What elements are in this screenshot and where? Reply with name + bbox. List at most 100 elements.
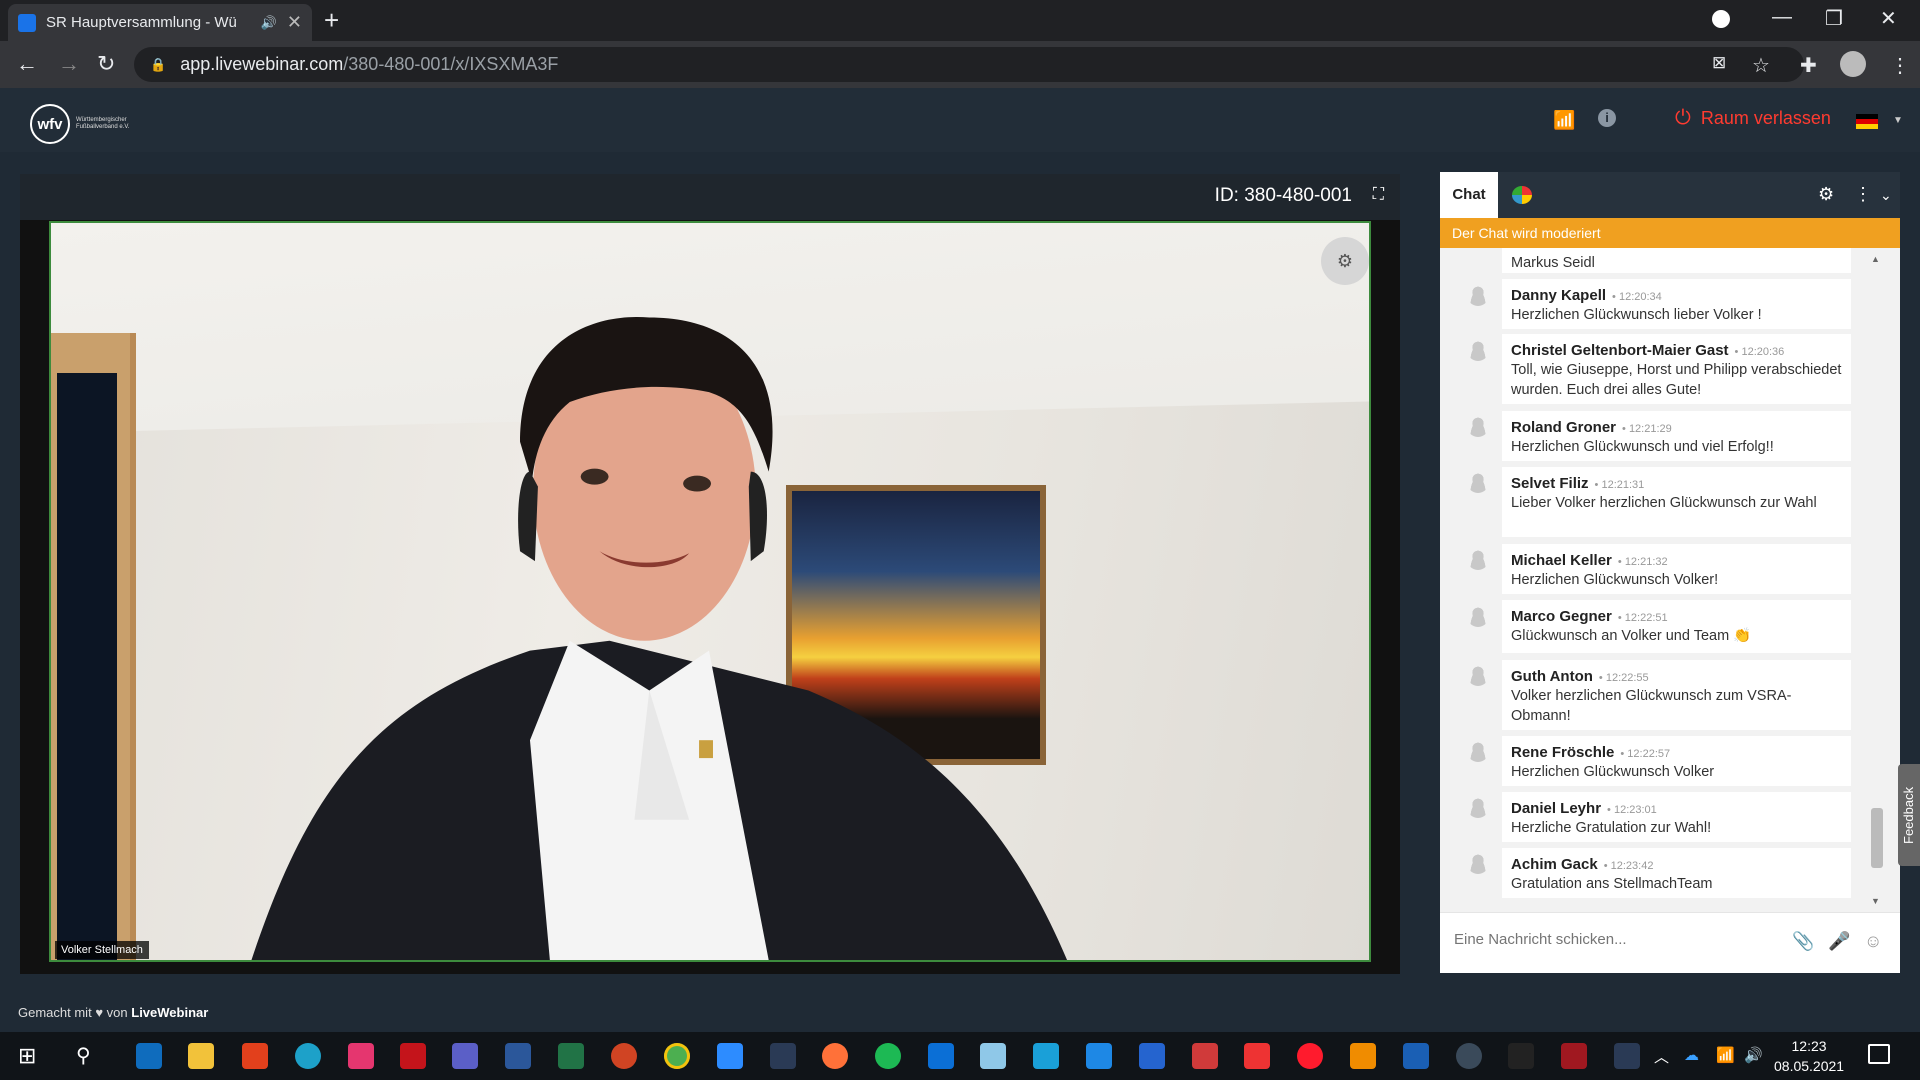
vpn-lock-icon[interactable] bbox=[1456, 1043, 1482, 1069]
reload-button[interactable]: ↻ bbox=[97, 51, 115, 77]
chat-message: Achim Gack • 12:23:42 Gratulation ans Ste… bbox=[1502, 848, 1851, 898]
scroll-down-arrow-icon[interactable]: ▼ bbox=[1871, 896, 1880, 906]
chat-message-list[interactable]: Markus Seidl Danny Kapell • 12:20:34 Herz… bbox=[1440, 248, 1900, 912]
network-wifi-icon[interactable]: 📶 bbox=[1716, 1046, 1735, 1064]
feedback-tab[interactable]: Feedback bbox=[1898, 764, 1920, 866]
url-bar[interactable]: 🔒 app.livewebinar.com/380-480-001/x/IXSX… bbox=[134, 47, 1804, 82]
chat-message: Markus Seidl bbox=[1502, 248, 1851, 273]
language-chevron-down-icon[interactable]: ▼ bbox=[1893, 115, 1903, 126]
notes-app-icon[interactable] bbox=[980, 1043, 1006, 1069]
chat-more-options-icon[interactable]: ⋮ bbox=[1854, 184, 1872, 205]
shield-app-icon[interactable] bbox=[1403, 1043, 1429, 1069]
user-avatar-icon bbox=[1467, 415, 1489, 437]
chat-author: Christel Geltenbort-Maier Gast bbox=[1511, 342, 1729, 359]
outlook-icon[interactable] bbox=[136, 1043, 162, 1069]
taskbar-clock[interactable]: 12:23 08.05.2021 bbox=[1774, 1036, 1844, 1076]
search-icon[interactable]: ⚲ bbox=[76, 1043, 102, 1069]
excel-icon[interactable] bbox=[558, 1043, 584, 1069]
chat-message-input[interactable] bbox=[1454, 931, 1774, 948]
browser-tab[interactable]: SR Hauptversammlung - Wü 🔊 ✕ bbox=[8, 4, 312, 41]
chat-author: Marco Gegner bbox=[1511, 608, 1612, 625]
chat-collapse-chevron-icon[interactable]: ⌄ bbox=[1880, 187, 1892, 204]
firefox-icon[interactable] bbox=[822, 1043, 848, 1069]
chrome-icon[interactable] bbox=[664, 1043, 690, 1069]
video-stream[interactable]: ⚙ Volker Stellmach bbox=[49, 221, 1371, 962]
chat-panel: Chat ⚙ ⋮ ⌄ Der Chat wird moderiert Marku… bbox=[1440, 172, 1900, 973]
fullscreen-icon[interactable]: ⛶ bbox=[1373, 186, 1384, 204]
lock-icon[interactable]: 🔒 bbox=[150, 57, 166, 73]
url-path: /380-480-001/x/IXSXMA3F bbox=[343, 54, 559, 74]
close-window-button[interactable]: ✕ bbox=[1880, 6, 1897, 31]
chat-author: Rene Fröschle bbox=[1511, 744, 1615, 761]
tray-chevron-up-icon[interactable]: ︿ bbox=[1654, 1046, 1669, 1067]
video-settings-gear-icon[interactable]: ⚙ bbox=[1321, 237, 1369, 285]
chat-settings-gear-icon[interactable]: ⚙ bbox=[1818, 184, 1834, 205]
terminal-app-icon[interactable] bbox=[1508, 1043, 1534, 1069]
webinar-app-icon[interactable] bbox=[770, 1043, 796, 1069]
wfv-logo[interactable]: wfv Württembergischer Fußballverband e.V… bbox=[30, 104, 146, 144]
translate-icon[interactable]: ⊠ bbox=[1712, 53, 1726, 73]
speaker-icon[interactable]: 🔊 bbox=[261, 15, 277, 31]
chat-message-text: Glückwunsch an Volker und Team 👏 bbox=[1511, 628, 1752, 644]
connection-wifi-icon[interactable]: 📶 bbox=[1553, 110, 1575, 131]
creative-cloud-icon[interactable] bbox=[348, 1043, 374, 1069]
zoom-icon[interactable] bbox=[717, 1043, 743, 1069]
german-flag-icon[interactable] bbox=[1856, 114, 1878, 129]
windows-start-icon[interactable]: ⊞ bbox=[18, 1043, 44, 1069]
back-button[interactable]: ← bbox=[16, 51, 38, 77]
user-avatar-icon bbox=[1467, 852, 1489, 874]
opera-icon[interactable] bbox=[1297, 1043, 1323, 1069]
vlc-icon[interactable] bbox=[1350, 1043, 1376, 1069]
chat-author: Michael Keller bbox=[1511, 552, 1612, 569]
volume-icon[interactable]: 🔊 bbox=[1744, 1046, 1763, 1064]
tab-participants-icon[interactable] bbox=[1512, 186, 1532, 204]
notification-center-icon[interactable] bbox=[1868, 1044, 1890, 1064]
file-explorer-icon[interactable] bbox=[188, 1043, 214, 1069]
emoji-smiley-icon[interactable]: ☺ bbox=[1864, 931, 1882, 952]
new-tab-button[interactable]: + bbox=[324, 7, 339, 33]
teams-icon[interactable] bbox=[452, 1043, 478, 1069]
todo-check-icon[interactable] bbox=[1139, 1043, 1165, 1069]
bookmark-star-icon[interactable]: ☆ bbox=[1752, 53, 1770, 78]
attachment-paperclip-icon[interactable]: 📎 bbox=[1792, 931, 1814, 952]
profile-menu-icon[interactable] bbox=[1712, 10, 1730, 28]
forward-button[interactable]: → bbox=[58, 51, 80, 77]
extensions-puzzle-icon[interactable]: ✚ bbox=[1800, 53, 1817, 78]
edge-icon[interactable] bbox=[295, 1043, 321, 1069]
info-icon[interactable]: i bbox=[1598, 109, 1616, 127]
chat-author: Selvet Filiz bbox=[1511, 475, 1589, 492]
browser-tabbar: SR Hauptversammlung - Wü 🔊 ✕ + — ❐ ✕ bbox=[0, 0, 1920, 41]
chat-timestamp: • 12:22:57 bbox=[1620, 748, 1671, 760]
tool-app-icon[interactable] bbox=[1192, 1043, 1218, 1069]
chat-message-text: Herzlichen Glückwunsch lieber Volker ! bbox=[1511, 307, 1762, 323]
video-panel: ID: 380-480-001 ⛶ ⚙ Volker Stellmach bbox=[20, 174, 1400, 974]
profile-avatar-icon[interactable] bbox=[1840, 51, 1866, 77]
office-icon[interactable] bbox=[242, 1043, 268, 1069]
livewebinar-link[interactable]: LiveWebinar bbox=[131, 1005, 208, 1020]
acrobat-icon[interactable] bbox=[400, 1043, 426, 1069]
chat-timestamp: • 12:21:31 bbox=[1594, 479, 1645, 491]
user-avatar-icon bbox=[1467, 284, 1489, 306]
onedrive-cloud-icon[interactable]: ☁ bbox=[1684, 1046, 1699, 1064]
browser-menu-icon[interactable]: ⋮ bbox=[1890, 53, 1910, 78]
powerpoint-icon[interactable] bbox=[611, 1043, 637, 1069]
restore-window-button[interactable]: ❐ bbox=[1825, 6, 1843, 31]
chat-timestamp: • 12:20:34 bbox=[1612, 291, 1662, 303]
minimize-window-button[interactable]: — bbox=[1772, 6, 1792, 29]
leave-room-button[interactable]: ⏻ Raum verlassen bbox=[1675, 107, 1831, 130]
poker-app-icon[interactable] bbox=[1561, 1043, 1587, 1069]
scroll-up-arrow-icon[interactable]: ▲ bbox=[1871, 254, 1880, 264]
flame-app-icon[interactable] bbox=[1244, 1043, 1270, 1069]
b-app-icon[interactable] bbox=[1086, 1043, 1112, 1069]
chat-scrollbar-thumb[interactable] bbox=[1871, 808, 1883, 868]
word-icon[interactable] bbox=[505, 1043, 531, 1069]
spotify-icon[interactable] bbox=[875, 1043, 901, 1069]
microphone-icon[interactable]: 🎤 bbox=[1828, 931, 1850, 952]
chat-compose-area: 📎 🎤 ☺ bbox=[1440, 912, 1900, 973]
tab-chat[interactable]: Chat bbox=[1440, 172, 1498, 218]
chat-message-text: Gratulation ans StellmachTeam bbox=[1511, 876, 1713, 892]
remote-app-icon[interactable] bbox=[1033, 1043, 1059, 1069]
webinar-app-2-icon[interactable] bbox=[1614, 1043, 1640, 1069]
sky-icon[interactable] bbox=[928, 1043, 954, 1069]
close-tab-icon[interactable]: ✕ bbox=[287, 12, 302, 33]
